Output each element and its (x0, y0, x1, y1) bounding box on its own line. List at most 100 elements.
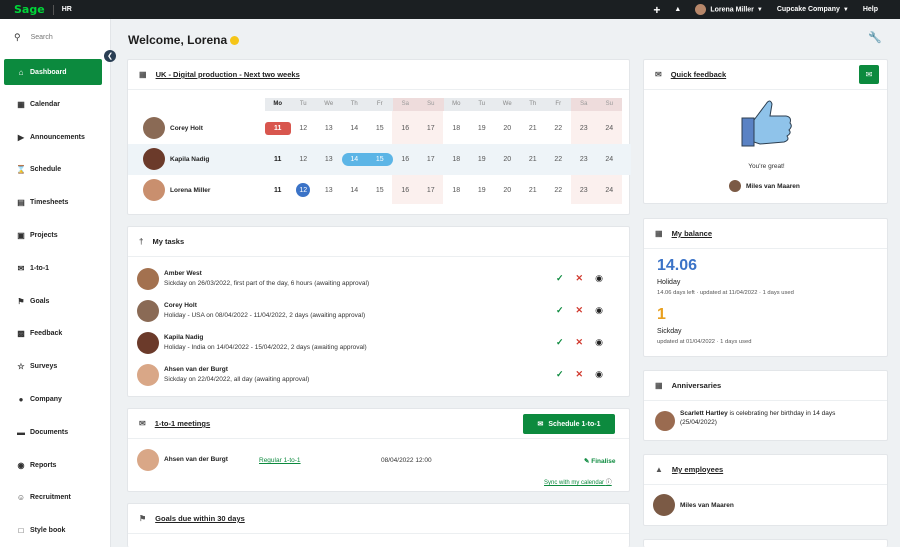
calendar-day-cell[interactable]: 11 (265, 184, 291, 197)
bell-icon[interactable]: ▲ (674, 6, 681, 13)
sidebar-item-1-to-1[interactable]: ✉ 1-to-1 (0, 252, 110, 285)
calendar-day-cell[interactable]: 13 (316, 122, 342, 135)
meeting-type-link[interactable]: Regular 1-to-1 (259, 457, 301, 464)
help-link[interactable]: Help (863, 6, 878, 13)
person-name[interactable]: Corey Holt (170, 125, 203, 132)
calendar-day-cell[interactable]: 22 (546, 153, 572, 166)
reject-x-icon[interactable]: ✕ (576, 337, 584, 348)
reject-x-icon[interactable]: ✕ (576, 273, 584, 284)
sidebar-item-dashboard[interactable]: ⌂ Dashboard (4, 59, 102, 85)
calendar-day-cell[interactable]: 11 (265, 153, 291, 166)
calendar-day-cell[interactable]: 12 (291, 153, 317, 166)
sickday-label: Sickday (657, 328, 682, 335)
employee-item[interactable]: Miles van Maaren (653, 494, 734, 516)
calendar-day-cell[interactable]: 23 (571, 184, 597, 197)
calendar-day-cell[interactable]: 18 (444, 184, 470, 197)
calendar-day-cell[interactable]: 12 (291, 184, 317, 197)
sidebar-item-reports[interactable]: ◉ Reports (0, 449, 110, 482)
person-name[interactable]: Lorena Miller (170, 187, 210, 194)
calendar-day-cell[interactable]: 24 (597, 153, 623, 166)
finalise-button[interactable]: ✎ Finalise (584, 457, 615, 465)
person-name[interactable]: Kapila Nadig (170, 156, 209, 163)
calendar-day-cell[interactable]: 24 (597, 122, 623, 135)
collapse-sidebar-button[interactable]: ❮ (104, 50, 116, 62)
calendar-day-cell[interactable]: 20 (495, 153, 521, 166)
sidebar-item-schedule[interactable]: ⌛ Schedule (0, 154, 110, 187)
calendar-day-cell[interactable]: 15 (367, 153, 393, 166)
calendar-day-cell[interactable]: 11 (265, 122, 291, 135)
anniversary-person[interactable]: Scarlett Hartley (680, 410, 728, 417)
sidebar-item-label: Schedule (30, 166, 62, 174)
calendar-day-cell[interactable]: 19 (469, 184, 495, 197)
calendar-day-cell[interactable]: 14 (342, 153, 368, 166)
calendar-day-cell[interactable]: 15 (367, 122, 393, 135)
view-eye-icon[interactable]: ◉ (595, 305, 603, 316)
reject-x-icon[interactable]: ✕ (576, 305, 584, 316)
sidebar-item-surveys[interactable]: ☆ Surveys (0, 350, 110, 383)
approve-check-icon[interactable]: ✓ (556, 337, 564, 348)
calendar-day-cell[interactable]: 13 (316, 153, 342, 166)
sage-logo[interactable]: Sage (14, 3, 45, 16)
card-title-link[interactable]: My balance (672, 229, 712, 238)
view-eye-icon[interactable]: ◉ (595, 369, 603, 380)
card-title-link[interactable]: 1-to-1 meetings (155, 419, 210, 428)
company-menu[interactable]: Cupcake Company ▼ (777, 6, 849, 13)
calendar-day-cell[interactable]: 21 (520, 153, 546, 166)
sidebar-item-timesheets[interactable]: ▤ Timesheets (0, 186, 110, 219)
calendar-day-cell[interactable]: 22 (546, 122, 572, 135)
card-header: ▲ My employees (644, 455, 887, 485)
sync-calendar-link[interactable]: Sync with my calendar ⓘ (544, 477, 612, 486)
sidebar-item-feedback[interactable]: ▩ Feedback (0, 318, 110, 351)
plus-icon[interactable]: + (653, 3, 660, 17)
approve-check-icon[interactable]: ✓ (556, 369, 564, 380)
calendar-day-cell[interactable]: 14 (342, 122, 368, 135)
calendar-day-cell[interactable]: 14 (342, 184, 368, 197)
calendar-day-cell[interactable]: 15 (367, 184, 393, 197)
approve-check-icon[interactable]: ✓ (556, 305, 564, 316)
give-feedback-button[interactable]: ✉ (859, 65, 879, 84)
sidebar-item-company[interactable]: ● Company (0, 383, 110, 416)
card-title-link[interactable]: Goals due within 30 days (155, 514, 245, 523)
calendar-day-cell[interactable]: 20 (495, 184, 521, 197)
calendar-day-cell[interactable]: 20 (495, 122, 521, 135)
calendar-day-cell[interactable]: 19 (469, 122, 495, 135)
sidebar-item-projects[interactable]: ▣ Projects (0, 219, 110, 252)
search-input[interactable]: ⚲ Search (0, 19, 110, 55)
sidebar-item-documents[interactable]: ▬ Documents (0, 416, 110, 449)
calendar-day-cell[interactable]: 24 (597, 184, 623, 197)
sickday-balance: 1 (657, 306, 666, 323)
sidebar-item-goals[interactable]: ⚑ Goals (0, 285, 110, 318)
calendar-day-cell[interactable]: 16 (393, 184, 419, 197)
calendar-day-cell[interactable]: 23 (571, 153, 597, 166)
calendar-day-cell[interactable]: 21 (520, 122, 546, 135)
calendar-day-cell[interactable]: 17 (418, 184, 444, 197)
user-menu[interactable]: Lorena Miller ▼ (695, 4, 763, 15)
calendar-day-cell[interactable]: 16 (393, 122, 419, 135)
sidebar-item-announcements[interactable]: ▶ Announcements (0, 121, 110, 154)
card-title-link[interactable]: Quick feedback (671, 70, 726, 79)
view-eye-icon[interactable]: ◉ (595, 273, 603, 284)
approve-check-icon[interactable]: ✓ (556, 273, 564, 284)
reject-x-icon[interactable]: ✕ (576, 369, 584, 380)
card-title-link[interactable]: My employees (672, 465, 723, 474)
sidebar-item-recruitment[interactable]: ☺ Recruitment (0, 482, 110, 515)
calendar-day-cell[interactable]: 17 (418, 153, 444, 166)
add-user-icon: ☺ (16, 493, 26, 503)
calendar-day-cell[interactable]: 12 (291, 122, 317, 135)
sidebar-item-calendar[interactable]: ▦ Calendar (0, 88, 110, 121)
calendar-day-cell[interactable]: 18 (444, 122, 470, 135)
sidebar-item-style-book[interactable]: □ Style book (0, 514, 110, 547)
calendar-day-cell[interactable]: 23 (571, 122, 597, 135)
calendar-day-cell[interactable]: 17 (418, 122, 444, 135)
calendar-title-link[interactable]: UK - Digital production - Next two weeks (156, 70, 300, 79)
sidebar-item-label: Surveys (30, 363, 58, 371)
calendar-day-cell[interactable]: 19 (469, 153, 495, 166)
calendar-day-cell[interactable]: 22 (546, 184, 572, 197)
view-eye-icon[interactable]: ◉ (595, 337, 603, 348)
calendar-day-cell[interactable]: 18 (444, 153, 470, 166)
wrench-icon[interactable]: 🔧 (868, 31, 882, 44)
calendar-day-cell[interactable]: 21 (520, 184, 546, 197)
calendar-day-cell[interactable]: 16 (393, 153, 419, 166)
schedule-1-to-1-button[interactable]: ✉ Schedule 1-to-1 (523, 414, 615, 434)
calendar-day-cell[interactable]: 13 (316, 184, 342, 197)
